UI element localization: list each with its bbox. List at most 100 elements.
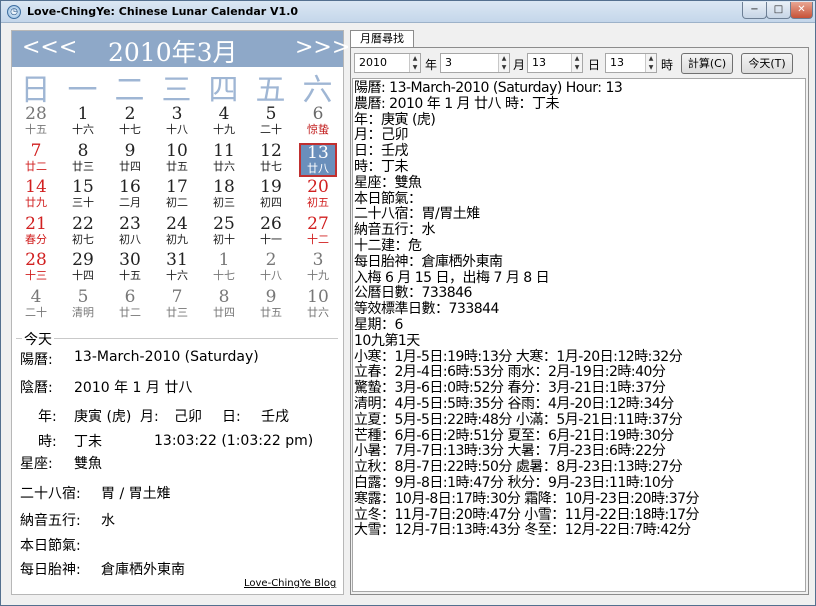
result-line: 等效標準日數：733844 <box>354 301 499 318</box>
day-cell[interactable]: 4 二十 <box>17 289 55 323</box>
day-cell[interactable]: 18 初三 <box>205 179 243 213</box>
year-spinner[interactable]: 2010 ▲ ▼ <box>354 53 421 73</box>
day-number: 24 <box>166 213 188 234</box>
day-cell[interactable]: 5 清明 <box>64 289 102 323</box>
day-cell[interactable]: 7 廿二 <box>17 142 55 177</box>
weekday-1: 一 <box>67 73 98 108</box>
lunar-day-label: 二十 <box>260 123 282 136</box>
day-cell[interactable]: 17 初二 <box>158 179 196 213</box>
day-number: 10 <box>166 140 188 161</box>
day-cell[interactable]: 28 十三 <box>17 252 55 286</box>
day-cell[interactable]: 16 二月 <box>111 179 149 213</box>
day-cell[interactable]: 2 十八 <box>252 252 290 286</box>
lunar-day-label: 十六 <box>166 269 188 283</box>
lunar-day-label: 十九 <box>213 123 235 136</box>
result-line: 二十八宿：胃/胃土雉 <box>354 206 480 223</box>
day-cell[interactable]: 6 惊蛰 <box>299 106 337 140</box>
maximize-button[interactable]: □ <box>766 2 791 19</box>
day-cell[interactable]: 7 廿三 <box>158 289 196 323</box>
mansion-label: 二十八宿: <box>20 486 81 502</box>
day-cell[interactable]: 14 廿九 <box>17 179 55 213</box>
result-line: 月：己卯 <box>354 127 409 144</box>
lunar-day-label: 二月 <box>119 196 141 210</box>
day-cell[interactable]: 3 十八 <box>158 106 196 140</box>
result-line: 白露：9月-8日:1時:47分 秋分：9月-23日:11時:10分 <box>354 475 674 491</box>
blog-link[interactable]: Love-ChingYe Blog <box>244 578 336 589</box>
result-line: 日：壬戌 <box>354 143 409 160</box>
nayin-label: 納音五行: <box>20 513 81 529</box>
day-cell[interactable]: 31 十六 <box>158 252 196 286</box>
day-cell[interactable]: 10 廿六 <box>299 289 337 323</box>
day-cell[interactable]: 6 廿二 <box>111 289 149 323</box>
day-cell[interactable]: 1 十七 <box>205 252 243 286</box>
day-cell[interactable]: 5 二十 <box>252 106 290 140</box>
day-cell[interactable]: 27 十二 <box>299 215 337 250</box>
day-number: 4 <box>30 287 42 307</box>
title-bar[interactable]: ◷ Love-ChingYe: Chinese Lunar Calendar V… <box>1 1 815 23</box>
day-number: 29 <box>72 250 94 271</box>
day-cell[interactable]: 3 十九 <box>299 252 337 286</box>
minimize-button[interactable]: − <box>742 2 767 19</box>
day-number: 23 <box>119 213 141 234</box>
day-cell[interactable]: 22 初七 <box>64 215 102 250</box>
day-number: 18 <box>213 177 235 198</box>
day-cell[interactable]: 9 廿五 <box>252 289 290 323</box>
day-cell[interactable]: 8 廿四 <box>205 289 243 323</box>
day-cell[interactable]: 4 十九 <box>205 106 243 140</box>
lunar-day-label: 清明 <box>72 306 94 319</box>
day-cell[interactable]: 10 廿五 <box>158 140 196 177</box>
spinner-arrows-icon[interactable]: ▲ ▼ <box>571 54 582 72</box>
nayin-value: 水 <box>101 513 115 529</box>
day-number: 2 <box>265 250 277 271</box>
result-textarea[interactable]: 陽曆: 13-March-2010 (Saturday) Hour: 13 農曆:… <box>352 78 806 592</box>
day-number: 5 <box>77 287 89 307</box>
result-line: 公曆日數：733846 <box>354 285 472 302</box>
tab-calendar-search[interactable]: 月曆尋找 <box>350 30 414 48</box>
day-cell[interactable]: 25 初十 <box>205 215 243 250</box>
prev-month-button[interactable]: <<< <box>22 35 77 60</box>
festival-label: 本日節氣: <box>20 538 81 554</box>
day-cell[interactable]: 30 十五 <box>111 252 149 286</box>
day-number: 3 <box>312 250 324 271</box>
calculate-button[interactable]: 計算(C) <box>681 53 733 74</box>
zodiac-label: 星座: <box>20 456 53 472</box>
lunar-day-label: 十五 <box>119 269 141 283</box>
weekday-header: 日一二三四五六 <box>12 67 343 108</box>
day-cell[interactable]: 9 廿四 <box>111 142 149 177</box>
day-cell[interactable]: 8 廿三 <box>64 142 102 177</box>
day-cell[interactable]: 20 初五 <box>299 179 337 213</box>
day-cell[interactable]: 19 初四 <box>252 179 290 213</box>
day-cell[interactable]: 23 初八 <box>111 213 149 250</box>
day-cell[interactable]: 11 廿六 <box>205 142 243 177</box>
month-spinner[interactable]: 3 ▲ ▼ <box>440 53 510 73</box>
window-title: Love-ChingYe: Chinese Lunar Calendar V1.… <box>27 5 299 18</box>
day-label: 日: <box>222 409 241 425</box>
clock-icon[interactable]: ◷ <box>7 5 21 19</box>
today-button[interactable]: 今天(T) <box>741 53 793 74</box>
fetal-label: 每日胎神: <box>20 562 81 578</box>
day-cell[interactable]: 2 十七 <box>111 106 149 140</box>
day-cell[interactable]: 28 十五 <box>17 106 55 140</box>
hour-spinner[interactable]: 13 ▲ ▼ <box>605 53 657 73</box>
spinner-arrows-icon[interactable]: ▲ ▼ <box>409 54 420 72</box>
lunar-day-label: 廿八 <box>307 161 329 175</box>
spinner-arrows-icon[interactable]: ▲ ▼ <box>645 54 656 72</box>
lunar-day-label: 十二 <box>307 232 329 246</box>
day-cell[interactable]: 24 初九 <box>158 213 196 250</box>
day-cell[interactable]: 15 三十 <box>64 179 102 213</box>
day-number: 1 <box>77 104 89 124</box>
day-cell[interactable]: 1 十六 <box>64 106 102 140</box>
weekday-2: 二 <box>114 73 145 108</box>
day-cell[interactable]: 12 廿七 <box>252 142 290 177</box>
day-spinner[interactable]: 13 ▲ ▼ <box>527 53 583 73</box>
day-cell[interactable]: 26 十一 <box>252 215 290 250</box>
day-number: 20 <box>307 177 329 198</box>
day-number: 3 <box>171 104 183 124</box>
close-button[interactable]: ✕ <box>790 2 813 19</box>
day-cell[interactable]: 21 春分 <box>17 215 55 250</box>
day-cell-selected[interactable]: 13 廿八 <box>299 142 337 177</box>
spinner-arrows-icon[interactable]: ▲ ▼ <box>498 54 509 72</box>
day-number: 8 <box>218 287 230 307</box>
day-cell[interactable]: 29 十四 <box>64 252 102 286</box>
next-month-button[interactable]: >>> <box>295 35 350 60</box>
